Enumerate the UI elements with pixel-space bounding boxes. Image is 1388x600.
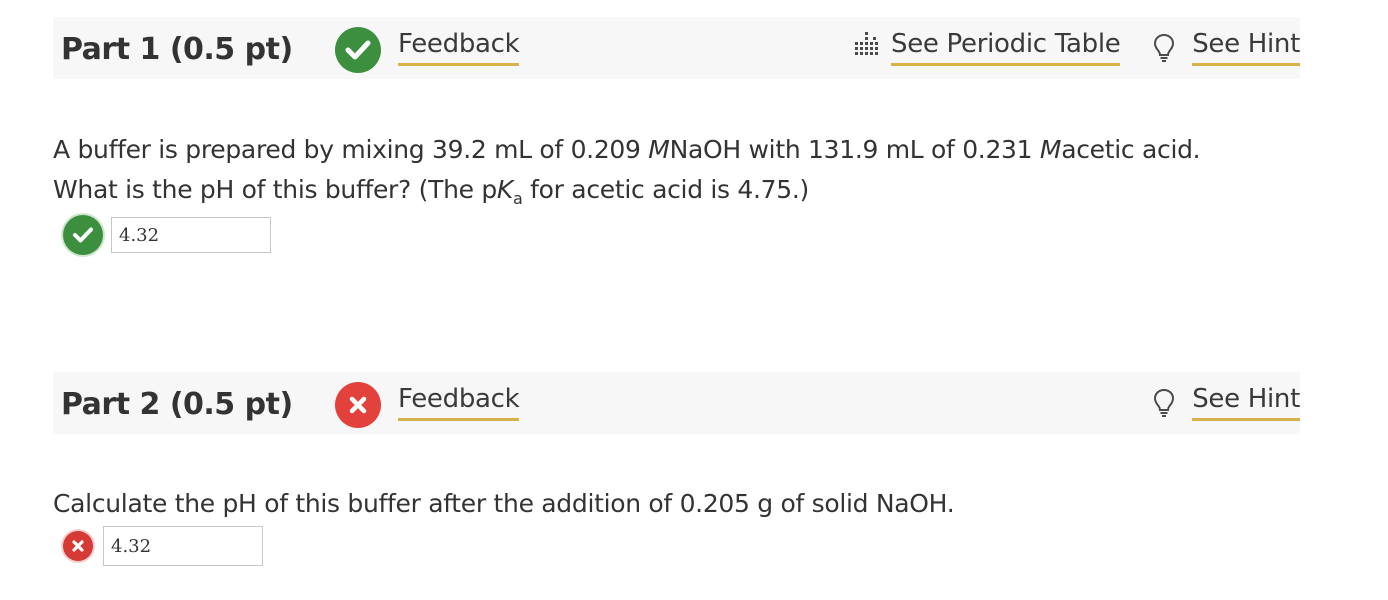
part1-title: Part 1 (0.5 pt) — [61, 32, 293, 67]
part1-feedback-link[interactable]: Feedback — [398, 29, 520, 66]
part2-answer-input[interactable] — [103, 526, 263, 566]
part2-title: Part 2 (0.5 pt) — [61, 387, 293, 422]
part1-answer-input[interactable] — [111, 217, 271, 253]
part2-feedback-link[interactable]: Feedback — [398, 384, 520, 421]
ka-symbol: K — [496, 175, 514, 204]
part2-question: Calculate the pH of this buffer after th… — [53, 489, 955, 518]
part1-see-hint-link[interactable]: See Hint — [1192, 29, 1300, 66]
q1-line2-text-b: for acetic acid is 4.75.) — [522, 175, 809, 204]
part1-question: A buffer is prepared by mixing 39.2 mL o… — [53, 130, 1201, 219]
q1-line2-text-a: What is the pH of this buffer? (The p — [53, 175, 497, 204]
molarity-unit: M — [1039, 135, 1062, 164]
part1-answer-correct-check-icon — [63, 215, 103, 255]
lightbulb-icon[interactable] — [1153, 388, 1175, 422]
part1-answer-row — [63, 215, 271, 255]
lightbulb-icon[interactable] — [1153, 33, 1175, 67]
part1-header: Part 1 (0.5 pt) Feedback See Periodic Ta… — [53, 17, 1300, 79]
molarity-unit: M — [648, 135, 670, 164]
q1-line1-text-b: NaOH with 131.9 mL of 0.231 — [669, 135, 1040, 164]
part2-header: Part 2 (0.5 pt) Feedback See Hint — [53, 372, 1300, 434]
q1-line1-text-a: A buffer is prepared by mixing 39.2 mL o… — [53, 135, 649, 164]
part2-answer-incorrect-x-icon — [63, 531, 93, 561]
part1-correct-check-icon — [335, 27, 381, 73]
ka-subscript: a — [513, 189, 523, 208]
part1-question-line2: What is the pH of this buffer? (The pKa … — [53, 170, 1200, 219]
q1-line1-text-c: acetic acid. — [1061, 135, 1201, 164]
part1-question-line1: A buffer is prepared by mixing 39.2 mL o… — [53, 130, 1201, 170]
part2-incorrect-x-icon — [335, 382, 381, 428]
periodic-table-icon[interactable] — [853, 31, 883, 61]
see-periodic-table-link[interactable]: See Periodic Table — [891, 29, 1121, 66]
part2-see-hint-link[interactable]: See Hint — [1192, 384, 1300, 421]
part2-answer-row — [63, 526, 263, 566]
